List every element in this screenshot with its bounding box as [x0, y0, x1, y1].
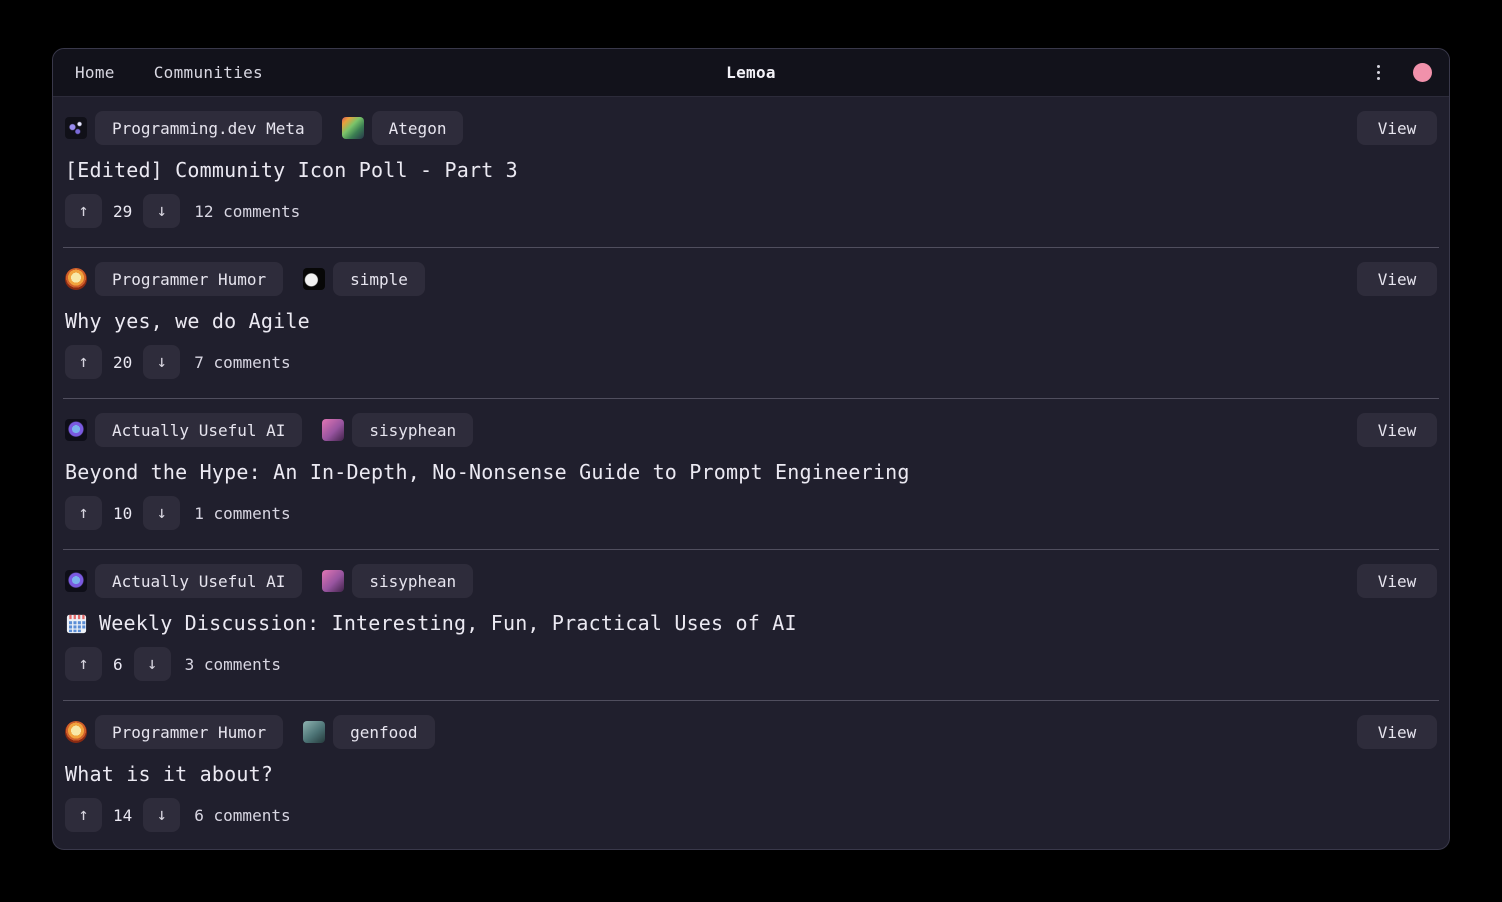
community-avatar: [65, 721, 87, 743]
post-title: Weekly Discussion: Interesting, Fun, Pra…: [65, 611, 1437, 635]
downvote-button[interactable]: ↓: [143, 798, 180, 832]
view-button[interactable]: View: [1357, 413, 1437, 447]
community-chip[interactable]: Programmer Humor: [95, 715, 283, 749]
comment-count: 7 comments: [194, 353, 290, 372]
community-chip[interactable]: Actually Useful AI: [95, 564, 302, 598]
score: 14: [113, 806, 132, 825]
user-avatar: [322, 570, 344, 592]
score: 10: [113, 504, 132, 523]
score: 20: [113, 353, 132, 372]
vote-bar: ↑ 6 ↓ 3 comments: [65, 647, 1437, 681]
user-avatar: [303, 721, 325, 743]
community-avatar: [65, 268, 87, 290]
calendar-emoji-icon: [65, 612, 88, 635]
score: 29: [113, 202, 132, 221]
post-title: [Edited] Community Icon Poll - Part 3: [65, 158, 1437, 182]
author-chip[interactable]: sisyphean: [352, 413, 473, 447]
header-bar: Home Communities Lemoa: [53, 49, 1449, 97]
kebab-menu-icon[interactable]: [1371, 60, 1386, 85]
view-button[interactable]: View: [1357, 564, 1437, 598]
downvote-button[interactable]: ↓: [143, 496, 180, 530]
community-chip[interactable]: Actually Useful AI: [95, 413, 302, 447]
user-avatar: [342, 117, 364, 139]
post-header: Programmer Humor simple View: [65, 262, 1437, 296]
author-chip[interactable]: simple: [333, 262, 425, 296]
author-chip[interactable]: genfood: [333, 715, 434, 749]
author-chip[interactable]: sisyphean: [352, 564, 473, 598]
header-actions: [1371, 60, 1432, 85]
post-title: Why yes, we do Agile: [65, 309, 1437, 333]
post-list: Programming.dev Meta Ategon View [Edited…: [53, 97, 1449, 850]
post-header: Programmer Humor genfood View: [65, 715, 1437, 749]
post-row: Programmer Humor genfood View What is it…: [63, 700, 1439, 850]
post-header: Actually Useful AI sisyphean View: [65, 564, 1437, 598]
community-chip[interactable]: Programmer Humor: [95, 262, 283, 296]
comment-count: 3 comments: [185, 655, 281, 674]
score: 6: [113, 655, 123, 674]
community-avatar: [65, 419, 87, 441]
downvote-button[interactable]: ↓: [143, 345, 180, 379]
user-avatar: [303, 268, 325, 290]
comment-count: 1 comments: [194, 504, 290, 523]
nav-communities[interactable]: Communities: [154, 63, 263, 82]
user-avatar: [322, 419, 344, 441]
app-window: Home Communities Lemoa Programming.dev M…: [52, 48, 1450, 850]
community-chip[interactable]: Programming.dev Meta: [95, 111, 322, 145]
vote-bar: ↑ 10 ↓ 1 comments: [65, 496, 1437, 530]
upvote-button[interactable]: ↑: [65, 194, 102, 228]
downvote-button[interactable]: ↓: [143, 194, 180, 228]
community-avatar: [65, 570, 87, 592]
post-title: Beyond the Hype: An In-Depth, No-Nonsens…: [65, 460, 1437, 484]
comment-count: 12 comments: [194, 202, 300, 221]
nav-home[interactable]: Home: [75, 63, 115, 82]
view-button[interactable]: View: [1357, 262, 1437, 296]
vote-bar: ↑ 20 ↓ 7 comments: [65, 345, 1437, 379]
vote-bar: ↑ 14 ↓ 6 comments: [65, 798, 1437, 832]
upvote-button[interactable]: ↑: [65, 647, 102, 681]
upvote-button[interactable]: ↑: [65, 345, 102, 379]
community-avatar: [65, 117, 87, 139]
post-header: Programming.dev Meta Ategon View: [65, 111, 1437, 145]
author-chip[interactable]: Ategon: [372, 111, 464, 145]
post-title-text: Weekly Discussion: Interesting, Fun, Pra…: [99, 611, 797, 635]
post-row: Programming.dev Meta Ategon View [Edited…: [63, 97, 1439, 247]
view-button[interactable]: View: [1357, 715, 1437, 749]
post-row: Programmer Humor simple View Why yes, we…: [63, 247, 1439, 398]
downvote-button[interactable]: ↓: [134, 647, 171, 681]
vote-bar: ↑ 29 ↓ 12 comments: [65, 194, 1437, 228]
post-row: Actually Useful AI sisyphean View: [63, 549, 1439, 700]
post-title: What is it about?: [65, 762, 1437, 786]
post-header: Actually Useful AI sisyphean View: [65, 413, 1437, 447]
view-button[interactable]: View: [1357, 111, 1437, 145]
comment-count: 6 comments: [194, 806, 290, 825]
account-avatar[interactable]: [1413, 63, 1432, 82]
post-row: Actually Useful AI sisyphean View Beyond…: [63, 398, 1439, 549]
upvote-button[interactable]: ↑: [65, 798, 102, 832]
upvote-button[interactable]: ↑: [65, 496, 102, 530]
